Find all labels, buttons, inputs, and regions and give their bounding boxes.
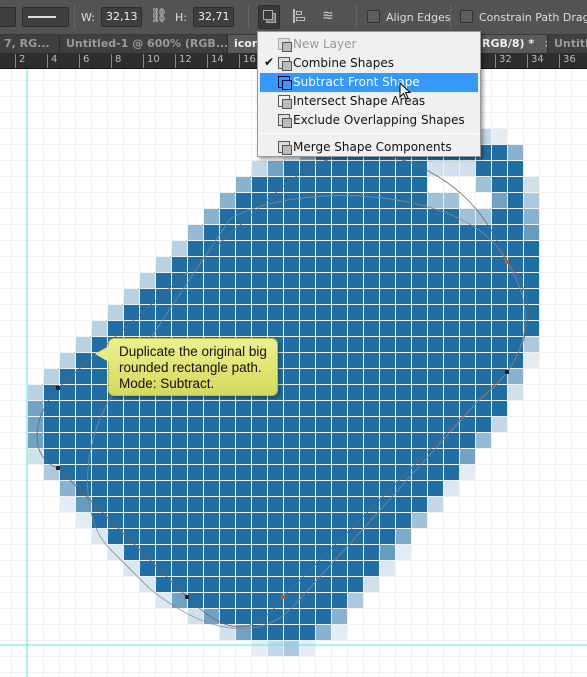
path-alignment-icon[interactable] xyxy=(293,9,305,23)
ruler-label: 36 xyxy=(559,54,576,68)
subtract-front-shape-icon xyxy=(278,76,292,90)
ruler-label: 32 xyxy=(495,54,512,68)
tab-label: 7, RG... xyxy=(4,37,50,50)
ruler-label: 2 xyxy=(15,54,25,68)
width-input[interactable]: 32,13 px xyxy=(101,7,142,27)
constrain-path-dragging-checkbox[interactable] xyxy=(460,10,473,23)
tab-label: icon xyxy=(234,37,260,50)
ruler-label: 6 xyxy=(79,54,89,68)
height-input[interactable]: 32,71 px xyxy=(193,7,234,27)
menu-item-merge-shape-components[interactable]: Merge Shape Components xyxy=(260,138,478,157)
mouse-cursor-icon xyxy=(399,82,412,100)
path-arrangement-icon[interactable]: ≋ xyxy=(322,8,334,24)
menu-item-new-layer[interactable]: New Layer xyxy=(260,35,478,54)
annotation-callout: Duplicate the original big rounded recta… xyxy=(95,338,278,396)
menu-label: Exclude Overlapping Shapes xyxy=(293,113,465,127)
ruler-label: 34 xyxy=(527,54,544,68)
callout-text: rounded rectangle path. xyxy=(119,360,262,375)
combine-shapes-icon xyxy=(278,57,292,71)
path-operations-button[interactable] xyxy=(258,5,280,29)
ruler-label: 14 xyxy=(207,54,224,68)
stroke-type-dropdown[interactable] xyxy=(22,7,69,27)
document-tab[interactable]: Untitled-1 @ 600% (RGB...× xyxy=(60,35,228,53)
divider xyxy=(356,5,357,29)
path-operations-menu: New Layer ✔ Combine Shapes Subtract Front… xyxy=(257,31,481,157)
menu-item-exclude-overlapping-shapes[interactable]: Exclude Overlapping Shapes xyxy=(260,111,478,130)
menu-item-combine-shapes[interactable]: ✔ Combine Shapes xyxy=(260,54,478,73)
ruler-label: 8 xyxy=(111,54,121,68)
checkmark-icon: ✔ xyxy=(264,55,275,69)
divider xyxy=(74,5,75,29)
ruler-label: 12 xyxy=(175,54,192,68)
menu-item-subtract-front-shape[interactable]: Subtract Front Shape xyxy=(260,73,478,92)
align-edges-checkbox[interactable] xyxy=(367,10,380,23)
combine-shapes-icon xyxy=(263,10,273,20)
path-outlines xyxy=(0,69,587,677)
ruler-label: 4 xyxy=(47,54,57,68)
width-label: W: xyxy=(81,11,95,24)
anchor-points[interactable] xyxy=(56,260,509,599)
document-tab[interactable]: 7, RG...× xyxy=(0,35,60,53)
document-tab-active-continued[interactable]: RGB/8) *× xyxy=(480,35,548,53)
height-label: H: xyxy=(175,11,187,24)
link-icon[interactable]: ⛓ xyxy=(150,8,168,24)
divider xyxy=(450,5,451,29)
menu-label: Combine Shapes xyxy=(293,56,394,70)
tab-label: RGB/8) * xyxy=(482,37,535,50)
ruler-label: 16 xyxy=(239,54,256,68)
divider xyxy=(248,5,249,29)
menu-separator xyxy=(260,133,478,134)
menu-label: New Layer xyxy=(293,37,357,51)
align-edges-label: Align Edges xyxy=(386,11,451,24)
merge-shape-components-icon xyxy=(278,141,292,155)
constrain-path-dragging-label: Constrain Path Dragging xyxy=(479,11,587,24)
menu-item-intersect-shape-areas[interactable]: Intersect Shape Areas xyxy=(260,92,478,111)
tool-preset-dropdown[interactable] xyxy=(0,7,16,27)
callout-text: Duplicate the original big xyxy=(119,344,267,359)
new-layer-icon xyxy=(278,38,292,52)
intersect-shape-areas-icon xyxy=(278,95,292,109)
menu-label: Merge Shape Components xyxy=(293,140,452,154)
canvas[interactable] xyxy=(0,69,587,677)
ruler-label: 10 xyxy=(143,54,160,68)
options-bar: W: 32,13 px ⛓ H: 32,71 px ≋ Align Edges … xyxy=(0,0,587,35)
document-tab[interactable]: Untitle xyxy=(548,35,587,53)
exclude-overlapping-shapes-icon xyxy=(278,114,292,128)
tab-label: Untitle xyxy=(554,37,587,50)
callout-text: Mode: Subtract. xyxy=(119,376,215,391)
tab-label: Untitled-1 @ 600% (RGB... xyxy=(66,37,228,50)
